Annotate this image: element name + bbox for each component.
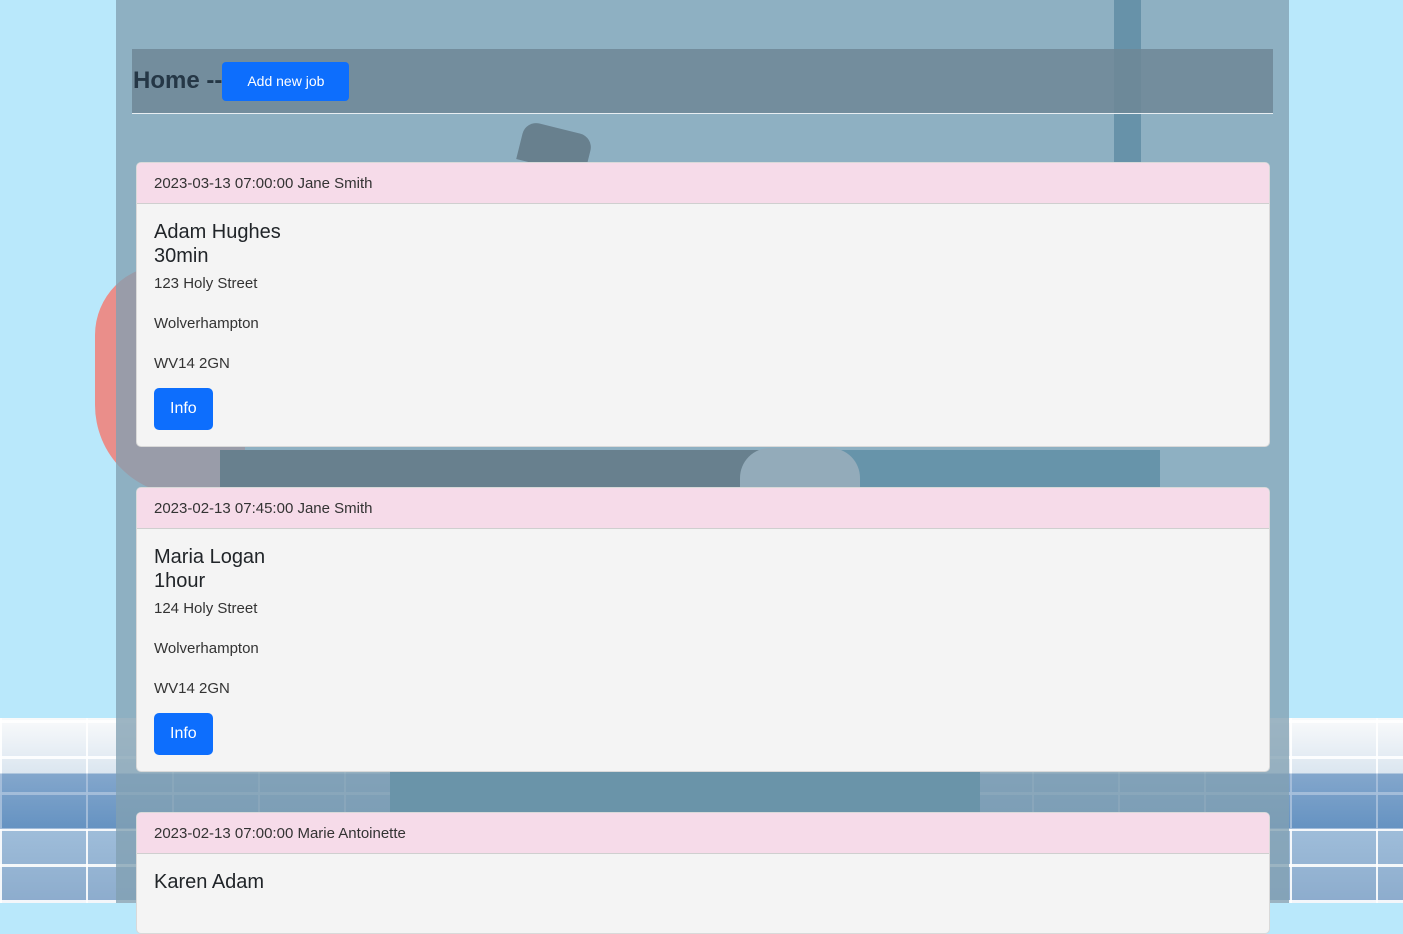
client-name: Karen Adam: [154, 871, 265, 893]
job-card-header: 2023-03-13 07:00:00 Jane Smith: [137, 163, 1269, 204]
job-card: 2023-03-13 07:00:00 Jane Smith Adam Hugh…: [136, 162, 1270, 447]
navbar: Home -- Add new job: [132, 49, 1273, 114]
page-title: Home --: [133, 67, 223, 94]
job-card: 2023-02-13 07:00:00 Marie Antoinette Kar…: [136, 812, 1270, 934]
address-postcode: WV14 2GN: [154, 355, 230, 372]
client-name: Adam Hughes: [154, 221, 281, 243]
job-card-body: Maria Logan 1hour 124 Holy Street Wolver…: [137, 529, 1269, 771]
job-card-body: Adam Hughes 30min 123 Holy Street Wolver…: [137, 204, 1269, 446]
client-name: Maria Logan: [154, 546, 266, 568]
info-button[interactable]: Info: [154, 388, 213, 430]
add-new-job-button[interactable]: Add new job: [222, 61, 350, 101]
main-container: Home -- Add new job 2023-03-13 07:00:00 …: [116, 0, 1289, 934]
job-card-body: Karen Adam: [137, 854, 1269, 910]
address-city: Wolverhampton: [154, 315, 259, 332]
address-city: Wolverhampton: [154, 640, 259, 657]
info-button[interactable]: Info: [154, 713, 213, 755]
address-line: 123 Holy Street: [154, 275, 258, 292]
job-card-header: 2023-02-13 07:45:00 Jane Smith: [137, 488, 1269, 529]
address-postcode: WV14 2GN: [154, 680, 230, 697]
address-line: 124 Holy Street: [154, 600, 258, 617]
job-card: 2023-02-13 07:45:00 Jane Smith Maria Log…: [136, 487, 1270, 772]
job-card-header: 2023-02-13 07:00:00 Marie Antoinette: [137, 813, 1269, 854]
